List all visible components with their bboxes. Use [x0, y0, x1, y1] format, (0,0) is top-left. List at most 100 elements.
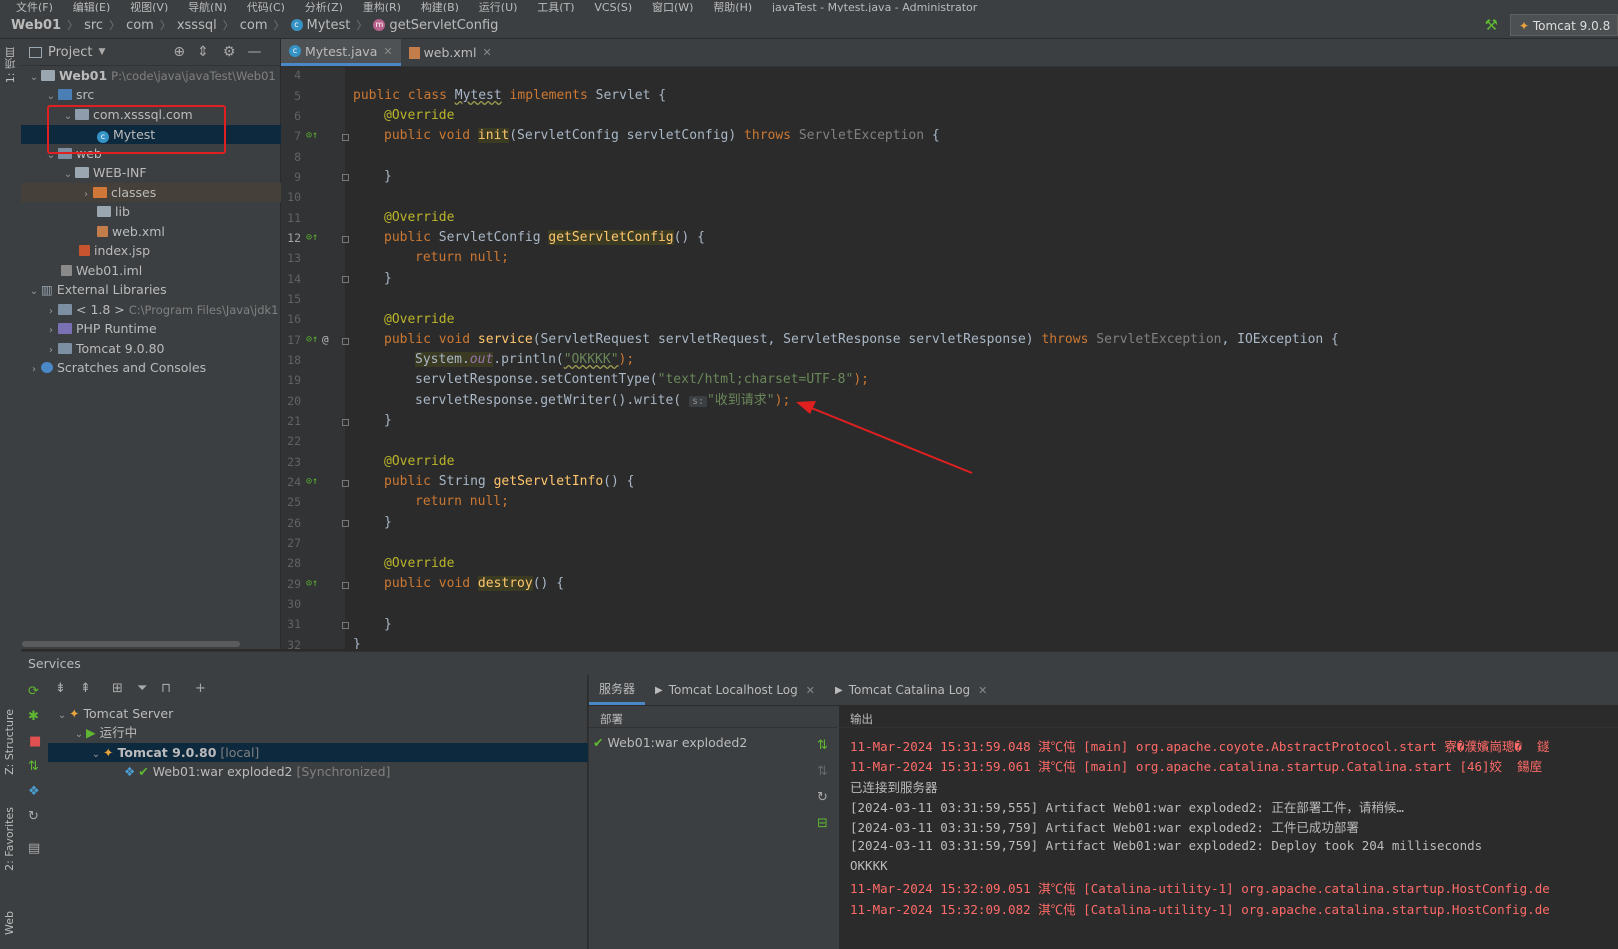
code-token: public void	[384, 128, 478, 143]
project-horizontal-scrollbar[interactable]	[22, 641, 240, 647]
line-number: 30	[287, 597, 301, 611]
code-token: );	[853, 372, 869, 387]
redeploy-icon[interactable]: ⇅	[817, 738, 828, 753]
menu-tools[interactable]: 工具(T)	[537, 2, 574, 12]
breadcrumb-project[interactable]: Web01	[11, 18, 61, 33]
run-configuration-selector[interactable]: ✦ Tomcat 9.0.8	[1510, 14, 1618, 36]
breadcrumb-com-2[interactable]: com	[240, 18, 268, 33]
implements-method-icon[interactable]: ⊙↑	[306, 334, 318, 345]
chevron-down-icon[interactable]: ⌄	[61, 165, 75, 184]
structure-tool-tab[interactable]: Z: Structure	[3, 709, 16, 775]
update-icon[interactable]: ⊟	[817, 816, 828, 831]
undeploy-icon[interactable]: ⇅	[817, 764, 828, 779]
menu-navigate[interactable]: 导航(N)	[188, 2, 227, 12]
tab-catalina-log[interactable]: ▶ Tomcat Catalina Log ✕	[825, 675, 997, 705]
menu-view[interactable]: 视图(V)	[130, 2, 168, 12]
menu-refactor[interactable]: 重构(R)	[363, 2, 401, 12]
menu-window[interactable]: 窗口(W)	[652, 2, 693, 12]
group-by-icon[interactable]: ⊞	[112, 681, 123, 696]
hide-panel-icon[interactable]: —	[247, 44, 261, 60]
service-item-artifact[interactable]: ❖ ✔ Web01:war exploded2 [Synchronized]	[48, 762, 663, 781]
chevron-right-icon[interactable]: ›	[44, 321, 58, 340]
artifact-icon[interactable]: ❖	[28, 784, 40, 799]
stop-icon[interactable]: ■	[29, 734, 41, 749]
code-line-14: }	[384, 271, 392, 286]
implements-method-icon[interactable]: ⊙↑	[306, 578, 318, 589]
tab-mytest-java[interactable]: c Mytest.java ✕	[281, 39, 401, 66]
chevron-down-icon[interactable]: ⌄	[44, 87, 58, 106]
implements-method-icon[interactable]: ⊙↑	[306, 476, 318, 487]
tree-item-web01[interactable]: ⌄ Web01 P:\code\java\javaTest\Web01	[21, 66, 286, 85]
tree-item-tomcat[interactable]: › Tomcat 9.0.80	[21, 339, 303, 358]
output-console[interactable]: 输出 11-Mar-2024 15:31:59.048 淇℃伅 [main] o…	[839, 706, 1618, 949]
service-item-running[interactable]: ⌄ ▶ 运行中	[48, 723, 611, 742]
web-tool-tab[interactable]: Web	[3, 911, 16, 935]
tree-item-php-runtime[interactable]: › PHP Runtime	[21, 319, 303, 338]
favorites-tool-tab[interactable]: 2: Favorites	[3, 807, 16, 871]
code-token: "OKKKK"	[563, 352, 619, 367]
line-number: 13	[287, 251, 301, 265]
jsp-file-icon	[79, 245, 90, 256]
implements-method-icon[interactable]: ⊙↑	[306, 232, 318, 243]
tree-label: Web01	[59, 68, 108, 83]
menu-file[interactable]: 文件(F)	[16, 2, 53, 12]
breadcrumb-class[interactable]: Mytest	[307, 18, 351, 33]
implements-method-icon[interactable]: ⊙↑	[306, 130, 318, 141]
menu-edit[interactable]: 编辑(E)	[73, 2, 111, 12]
tab-web-xml[interactable]: web.xml ✕	[401, 39, 500, 66]
layout-icon[interactable]: ▤	[28, 841, 40, 856]
expand-all-icon[interactable]: ⇟	[55, 681, 66, 696]
tab-localhost-log[interactable]: ▶ Tomcat Localhost Log ✕	[645, 675, 825, 705]
breadcrumb: Web01 〉 src 〉 com 〉 xsssql 〉 com 〉 c Mytest 〉 m…	[11, 17, 499, 33]
refresh-icon[interactable]: ↻	[28, 809, 39, 824]
collapse-all-icon[interactable]: ⇞	[80, 681, 91, 696]
code-token: ServletException	[1096, 332, 1222, 347]
breadcrumb-src[interactable]: src	[84, 18, 103, 33]
close-icon[interactable]: ✕	[482, 46, 491, 59]
tree-item-iml[interactable]: Web01.iml	[21, 261, 320, 280]
gear-icon[interactable]: ⚙	[223, 44, 236, 60]
locate-file-icon[interactable]: ⊕	[173, 44, 185, 60]
chevron-down-icon[interactable]: ▼	[98, 47, 105, 57]
close-icon[interactable]: ✕	[806, 684, 815, 697]
service-item-tomcat-instance[interactable]: ⌄ ✦ Tomcat 9.0.80 [local]	[48, 743, 628, 762]
code-content[interactable]: public class Mytest implements Servlet {…	[345, 67, 1618, 649]
filter-icon[interactable]: ⏷	[137, 681, 147, 696]
tree-item-scratches[interactable]: › Scratches and Consoles	[21, 358, 286, 377]
project-view-selector[interactable]: Project	[48, 45, 92, 60]
build-hammer-icon[interactable]: ⚒	[1485, 16, 1498, 34]
add-service-icon[interactable]: +	[195, 681, 206, 696]
code-line-12: public ServletConfig getServletConfig() …	[353, 228, 705, 248]
menu-build[interactable]: 构建(B)	[421, 2, 459, 12]
tab-server[interactable]: 服务器	[589, 675, 646, 705]
tree-item-external-libraries[interactable]: ⌄ ▥ External Libraries	[21, 280, 286, 299]
new-group-icon[interactable]: ⊓	[161, 681, 171, 696]
service-item-tomcat-server[interactable]: ⌄ ✦ Tomcat Server	[48, 704, 594, 723]
debug-icon[interactable]: ✱	[28, 709, 39, 724]
tree-item-src[interactable]: ⌄ src	[21, 85, 303, 104]
chevron-right-icon[interactable]: ›	[27, 360, 41, 379]
breadcrumb-method[interactable]: getServletConfig	[389, 18, 498, 33]
rerun-icon[interactable]: ⟳	[28, 684, 39, 699]
chevron-down-icon[interactable]: ⌄	[27, 282, 41, 301]
menu-run[interactable]: 运行(U)	[479, 2, 518, 12]
refresh-icon[interactable]: ↻	[817, 790, 828, 805]
annotation-at-icon[interactable]: @	[322, 333, 329, 346]
code-token: null;	[469, 250, 509, 265]
menu-analyze[interactable]: 分析(Z)	[305, 2, 343, 12]
menu-vcs[interactable]: VCS(S)	[594, 2, 632, 12]
collapse-all-icon[interactable]: ⇕	[197, 44, 209, 60]
menu-help[interactable]: 帮助(H)	[713, 2, 752, 12]
close-icon[interactable]: ✕	[383, 45, 392, 58]
project-tool-tab[interactable]: 1: 项目	[3, 47, 19, 83]
close-icon[interactable]: ✕	[978, 684, 987, 697]
breadcrumb-xsssql[interactable]: xsssql	[177, 18, 217, 33]
deployment-item[interactable]: ✔ Web01:war exploded2	[593, 735, 747, 750]
chevron-down-icon[interactable]: ⌄	[72, 725, 86, 744]
tree-item-jdk[interactable]: › < 1.8 > C:\Program Files\Java\jdk1	[21, 300, 303, 319]
deploy-icon[interactable]: ⇅	[28, 759, 39, 774]
tree-item-web-inf[interactable]: ⌄ WEB-INF	[21, 163, 320, 182]
menu-code[interactable]: 代码(C)	[247, 2, 285, 12]
method-icon: m	[373, 19, 386, 31]
breadcrumb-com[interactable]: com	[126, 18, 154, 33]
